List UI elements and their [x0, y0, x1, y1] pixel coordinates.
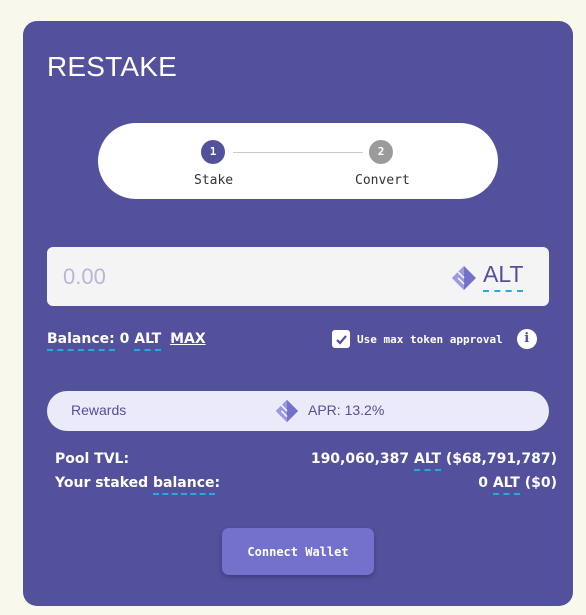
- amount-input[interactable]: [61, 262, 365, 292]
- pool-tvl-usd: ($68,791,787): [445, 451, 557, 467]
- staked-label-prefix: Your staked: [55, 475, 149, 491]
- pool-stats: Pool TVL: 190,060,387 ALT ($68,791,787) …: [55, 451, 557, 499]
- max-button[interactable]: MAX: [170, 331, 206, 347]
- staked-balance-label: Your staked balance:: [55, 475, 221, 495]
- amount-field: ALT: [47, 247, 549, 306]
- pool-tvl-value: 190,060,387 ALT ($68,791,787): [310, 451, 557, 471]
- restake-card: RESTAKE 1 2 Stake Convert ALT Balance: 0…: [23, 21, 573, 606]
- apr-value: APR: 13.2%: [308, 402, 385, 418]
- pool-tvl-label: Pool TVL:: [55, 451, 130, 467]
- staked-label-suffix: :: [214, 475, 221, 491]
- staked-usd: ($0): [524, 475, 557, 491]
- pool-tvl-amount: 190,060,387: [310, 451, 410, 467]
- balance-amount: 0: [119, 331, 130, 347]
- rewards-label: Rewards: [71, 402, 127, 418]
- rewards-bar: Rewards APR: 13.2%: [47, 391, 549, 431]
- check-icon: [335, 334, 347, 345]
- step-1-label: Stake: [194, 173, 234, 188]
- balance-row: Balance: 0 ALT MAX: [47, 331, 206, 351]
- staked-balance-row: Your staked balance: 0 ALT ($0): [55, 475, 557, 499]
- alt-token-icon: [452, 266, 476, 290]
- approval-label: Use max token approval: [357, 332, 503, 346]
- info-icon[interactable]: i: [516, 329, 537, 349]
- balance-token: ALT: [134, 331, 162, 351]
- staked-balance-value: 0 ALT ($0): [478, 475, 557, 495]
- step-connector: [233, 152, 363, 153]
- connect-wallet-button[interactable]: Connect Wallet: [222, 528, 374, 575]
- pool-tvl-token: ALT: [414, 451, 442, 471]
- token-symbol[interactable]: ALT: [483, 261, 524, 292]
- card-title: RESTAKE: [47, 51, 178, 82]
- step-1-circle: 1: [201, 140, 225, 164]
- alt-token-icon: [275, 399, 299, 423]
- balance-label: Balance:: [47, 331, 115, 351]
- max-approval-toggle[interactable]: Use max token approval i: [332, 329, 537, 349]
- staked-label-word: balance: [153, 475, 215, 495]
- stepper: 1 2 Stake Convert: [98, 123, 498, 199]
- approval-checkbox[interactable]: [332, 330, 350, 348]
- step-2-label: Convert: [355, 173, 410, 188]
- pool-tvl-row: Pool TVL: 190,060,387 ALT ($68,791,787): [55, 451, 557, 475]
- staked-token: ALT: [492, 475, 520, 495]
- staked-amount: 0: [478, 475, 488, 491]
- step-2-circle: 2: [369, 140, 393, 164]
